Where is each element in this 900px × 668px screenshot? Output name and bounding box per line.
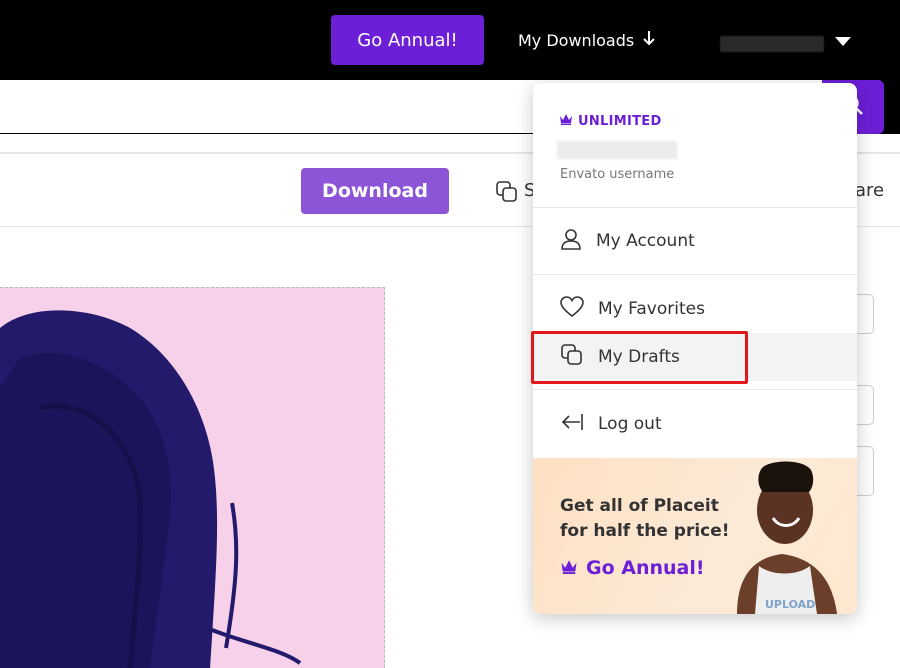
go-annual-promo[interactable]: Get all of Placeit for half the price! G… bbox=[533, 458, 857, 614]
account-dropdown-caret-icon[interactable] bbox=[835, 37, 851, 46]
mockup-preview bbox=[0, 287, 385, 668]
divider bbox=[533, 274, 857, 275]
share-label[interactable]: are bbox=[855, 180, 884, 201]
menu-item-my-favorites[interactable]: My Favorites bbox=[533, 285, 857, 333]
go-annual-button[interactable]: Go Annual! bbox=[331, 15, 484, 65]
menu-item-label: My Account bbox=[596, 231, 695, 251]
account-username-redacted[interactable] bbox=[720, 36, 824, 52]
my-downloads-label: My Downloads bbox=[518, 30, 635, 50]
user-icon bbox=[560, 228, 582, 255]
crown-icon bbox=[559, 113, 573, 129]
arrow-down-icon bbox=[642, 30, 656, 50]
download-button[interactable]: Download bbox=[301, 168, 449, 214]
divider bbox=[533, 389, 857, 390]
copy-icon[interactable] bbox=[495, 180, 519, 208]
menu-item-label: Log out bbox=[598, 414, 662, 434]
promo-cta-label: Go Annual! bbox=[586, 557, 705, 579]
my-downloads-link[interactable]: My Downloads bbox=[518, 30, 656, 50]
promo-go-annual-link[interactable]: Go Annual! bbox=[560, 557, 705, 579]
plan-label: UNLIMITED bbox=[578, 113, 662, 129]
heart-icon bbox=[560, 295, 584, 323]
crown-icon bbox=[560, 557, 578, 579]
envato-username-redacted bbox=[557, 141, 677, 159]
shirt-text: UPLOAD bbox=[765, 598, 815, 611]
menu-item-log-out[interactable]: Log out bbox=[533, 400, 857, 448]
username-caption: Envato username bbox=[560, 167, 675, 182]
promo-model-photo: UPLOAD bbox=[737, 461, 837, 614]
logout-icon bbox=[560, 412, 584, 437]
my-drafts-highlight-box bbox=[531, 331, 748, 384]
menu-item-label: My Favorites bbox=[598, 299, 705, 319]
menu-item-my-account[interactable]: My Account bbox=[533, 217, 857, 265]
divider bbox=[533, 207, 857, 208]
plan-badge: UNLIMITED bbox=[559, 113, 662, 129]
hoodie-image bbox=[0, 310, 302, 668]
